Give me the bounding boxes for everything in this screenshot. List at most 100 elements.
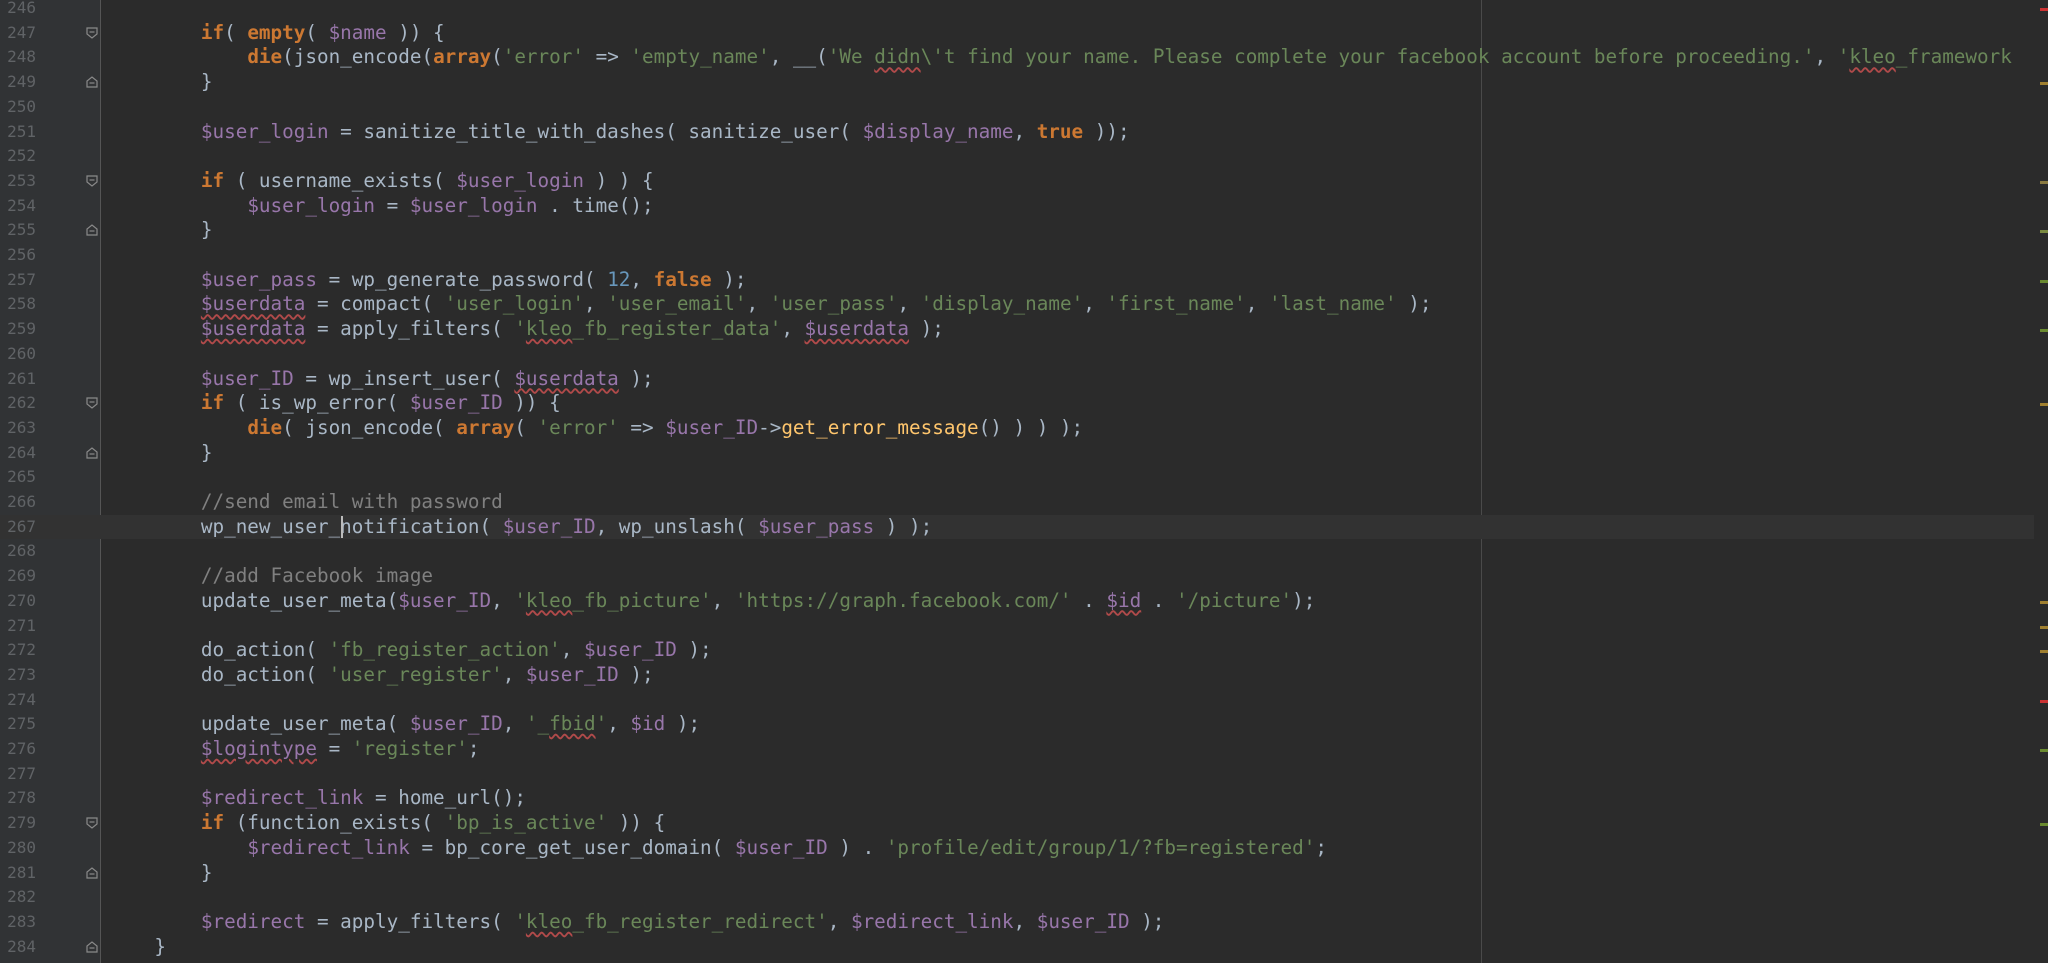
code-line[interactable]: 255 } <box>0 218 2048 243</box>
code-line[interactable]: 260 <box>0 342 2048 367</box>
code-line[interactable]: 270 update_user_meta($user_ID, 'kleo_fb_… <box>0 589 2048 614</box>
scroll-marker[interactable] <box>2040 8 2048 11</box>
code-line[interactable]: 273 do_action( 'user_register', $user_ID… <box>0 663 2048 688</box>
code-token: $user_ID <box>398 588 492 612</box>
scroll-marker[interactable] <box>2040 329 2048 333</box>
code-line[interactable]: 254 $user_login = $user_login . time(); <box>0 194 2048 219</box>
code-line[interactable]: 272 do_action( 'fb_register_action', $us… <box>0 638 2048 663</box>
scroll-marker[interactable] <box>2040 82 2048 86</box>
code-line[interactable]: 277 <box>0 762 2048 787</box>
code-text[interactable]: } <box>108 935 166 960</box>
code-text[interactable]: do_action( 'fb_register_action', $user_I… <box>108 638 712 663</box>
code-line[interactable]: 283 $redirect = apply_filters( 'kleo_fb_… <box>0 910 2048 935</box>
code-text[interactable]: die( json_encode( array( 'error' => $use… <box>108 416 1083 441</box>
code-text[interactable]: $userdata = compact( 'user_login', 'user… <box>108 292 1432 317</box>
code-token: kleo <box>525 317 573 341</box>
code-text[interactable]: //add Facebook image <box>108 564 433 589</box>
code-line[interactable]: 265 <box>0 465 2048 490</box>
scroll-marker[interactable] <box>2040 600 2048 604</box>
code-line[interactable]: 276 $logintype = 'register'; <box>0 737 2048 762</box>
line-number: 251 <box>7 121 36 141</box>
fold-open-icon[interactable] <box>86 817 98 829</box>
line-number: 281 <box>7 862 36 882</box>
code-line[interactable]: 280 $redirect_link = bp_core_get_user_do… <box>0 836 2048 861</box>
code-text[interactable]: if ( is_wp_error( $user_ID )) { <box>108 391 561 416</box>
code-text[interactable]: do_action( 'user_register', $user_ID ); <box>108 663 654 688</box>
code-line[interactable]: 248 die(json_encode(array('error' => 'em… <box>0 45 2048 70</box>
code-line[interactable]: 268 <box>0 539 2048 564</box>
fold-open-icon[interactable] <box>86 27 98 39</box>
code-token: )) { <box>502 391 561 415</box>
code-text[interactable]: $userdata = apply_filters( 'kleo_fb_regi… <box>108 317 944 342</box>
code-token: $redirect_link <box>200 786 364 810</box>
code-text[interactable]: $logintype = 'register'; <box>108 737 480 762</box>
code-line[interactable]: 250 <box>0 95 2048 120</box>
code-text[interactable]: $user_ID = wp_insert_user( $userdata ); <box>108 367 654 392</box>
scroll-marker[interactable] <box>2040 749 2048 752</box>
code-line[interactable]: 249 } <box>0 70 2048 95</box>
code-text[interactable]: } <box>108 218 213 243</box>
code-line[interactable]: 269 //add Facebook image <box>0 564 2048 589</box>
code-line[interactable]: 258 $userdata = compact( 'user_login', '… <box>0 292 2048 317</box>
fold-close-icon[interactable] <box>86 224 98 236</box>
code-line[interactable]: 267 wp_new_user_notification( $user_ID, … <box>0 514 2048 540</box>
code-text[interactable]: } <box>108 861 213 886</box>
fold-open-icon[interactable] <box>86 397 98 409</box>
scroll-marker[interactable] <box>2040 699 2048 703</box>
code-line[interactable]: 259 $userdata = apply_filters( 'kleo_fb_… <box>0 317 2048 342</box>
code-text[interactable]: update_user_meta( $user_ID, '_fbid', $id… <box>108 712 700 737</box>
code-line[interactable]: 263 die( json_encode( array( 'error' => … <box>0 416 2048 441</box>
code-line[interactable]: 264 } <box>0 441 2048 466</box>
code-line[interactable]: 284 } <box>0 935 2048 960</box>
scroll-marker[interactable] <box>2040 230 2048 234</box>
code-text[interactable]: wp_new_user_notification( $user_ID, wp_u… <box>108 515 932 540</box>
scroll-marker[interactable] <box>2040 403 2048 407</box>
fold-open-icon[interactable] <box>86 175 98 187</box>
code-text[interactable]: } <box>108 70 213 95</box>
scroll-marker[interactable] <box>2040 625 2048 629</box>
code-line[interactable]: 275 update_user_meta( $user_ID, '_fbid',… <box>0 712 2048 737</box>
code-line[interactable]: 253 if ( username_exists( $user_login ) … <box>0 169 2048 194</box>
code-line[interactable]: 274 <box>0 688 2048 713</box>
code-line[interactable]: 271 <box>0 614 2048 639</box>
code-line[interactable]: 252 <box>0 144 2048 169</box>
code-line[interactable]: 257 $user_pass = wp_generate_password( 1… <box>0 268 2048 293</box>
scroll-marker[interactable] <box>2040 279 2048 283</box>
fold-close-icon[interactable] <box>86 76 98 88</box>
code-line[interactable]: 247 if( empty( $name )) { <box>0 21 2048 46</box>
scrollbar-error-stripe[interactable] <box>2034 0 2048 963</box>
code-line[interactable]: 256 <box>0 243 2048 268</box>
code-editor[interactable]: 246 247 if( empty( $name )) {248 die(json… <box>0 0 2048 963</box>
scroll-marker[interactable] <box>2040 180 2048 184</box>
code-text[interactable]: die(json_encode(array('error' => 'empty_… <box>108 45 2012 70</box>
code-line[interactable]: 261 $user_ID = wp_insert_user( $userdata… <box>0 367 2048 392</box>
code-text[interactable]: if( empty( $name )) { <box>108 21 445 46</box>
fold-close-icon[interactable] <box>86 866 98 879</box>
code-token: '/picture' <box>1176 588 1293 612</box>
code-line[interactable]: 246 <box>0 0 2048 21</box>
code-line[interactable]: 278 $redirect_link = home_url(); <box>0 786 2048 811</box>
scroll-marker[interactable] <box>2040 650 2048 654</box>
code-text[interactable]: update_user_meta($user_ID, 'kleo_fb_pict… <box>108 589 1315 614</box>
code-line[interactable]: 282 <box>0 885 2048 910</box>
code-text[interactable]: $redirect_link = bp_core_get_user_domain… <box>108 836 1327 861</box>
code-text[interactable]: $user_pass = wp_generate_password( 12, f… <box>108 268 747 293</box>
scroll-marker[interactable] <box>2040 823 2048 827</box>
code-text[interactable]: //send email with password <box>108 490 503 515</box>
code-text[interactable]: $user_login = sanitize_title_with_dashes… <box>108 120 1130 145</box>
code-text[interactable]: $redirect = apply_filters( 'kleo_fb_regi… <box>108 910 1165 935</box>
code-text[interactable]: $redirect_link = home_url(); <box>108 786 526 811</box>
code-text[interactable]: } <box>108 441 213 466</box>
code-line[interactable]: 251 $user_login = sanitize_title_with_da… <box>0 120 2048 145</box>
line-number: 274 <box>7 689 36 709</box>
code-token: ( <box>305 20 329 44</box>
code-text[interactable]: $user_login = $user_login . time(); <box>108 194 653 219</box>
code-line[interactable]: 266 //send email with password <box>0 490 2048 515</box>
code-text[interactable]: if ( username_exists( $user_login ) ) { <box>108 169 654 194</box>
fold-close-icon[interactable] <box>86 940 98 953</box>
code-line[interactable]: 262 if ( is_wp_error( $user_ID )) { <box>0 391 2048 416</box>
code-line[interactable]: 279 if (function_exists( 'bp_is_active' … <box>0 811 2048 836</box>
code-text[interactable]: if (function_exists( 'bp_is_active' )) { <box>108 811 665 836</box>
code-line[interactable]: 281 } <box>0 861 2048 886</box>
fold-close-icon[interactable] <box>86 446 98 459</box>
